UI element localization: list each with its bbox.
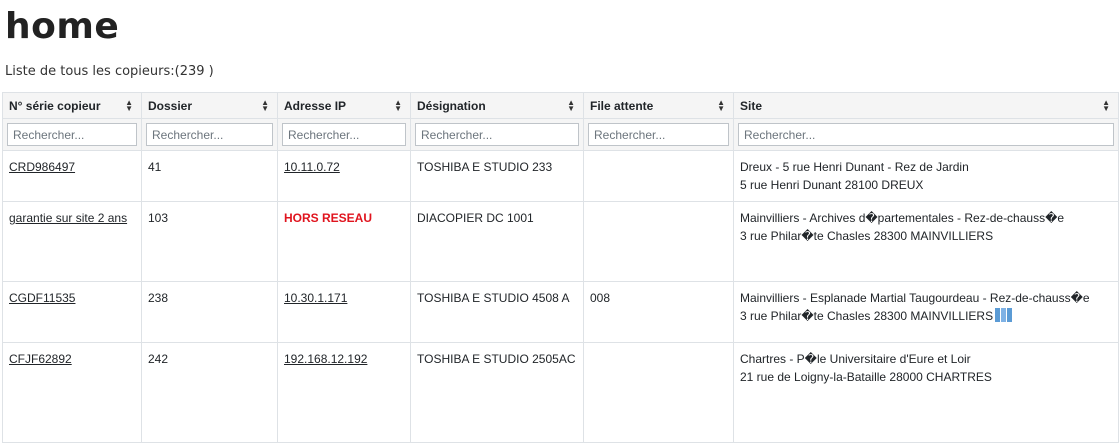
site-line1: Dreux - 5 rue Henri Dunant - Rez de Jard…: [740, 160, 969, 174]
table-row: CRD986497 41 10.11.0.72 TOSHIBA E STUDIO…: [2, 150, 1119, 202]
dossier-cell: 103: [141, 201, 278, 282]
ip-link[interactable]: 10.11.0.72: [284, 160, 340, 174]
dossier-cell: 238: [141, 281, 278, 343]
table-row: garantie sur site 2 ans 103 HORS RESEAU …: [2, 201, 1119, 282]
column-header-site[interactable]: Site ▲ ▼: [733, 92, 1119, 119]
designation-cell: DIACOPIER DC 1001: [410, 201, 584, 282]
filter-input-file-attente[interactable]: [588, 123, 729, 146]
ip-link[interactable]: 10.30.1.171: [284, 291, 347, 305]
filter-row: [2, 118, 1119, 151]
filter-input-ip[interactable]: [282, 123, 406, 146]
filter-input-site[interactable]: [738, 123, 1114, 146]
copier-count-subtitle: Liste de tous les copieurs:(239 ): [5, 64, 214, 79]
column-header-serie[interactable]: N° série copieur ▲ ▼: [2, 92, 142, 119]
column-header-ip[interactable]: Adresse IP ▲ ▼: [277, 92, 411, 119]
ip-link[interactable]: 192.168.12.192: [284, 352, 367, 366]
file-attente-cell: [583, 150, 734, 202]
sort-icon[interactable]: ▲ ▼: [394, 98, 402, 112]
column-header-designation[interactable]: Désignation ▲ ▼: [410, 92, 584, 119]
dossier-cell: 242: [141, 342, 278, 443]
designation-cell: TOSHIBA E STUDIO 4508 A: [410, 281, 584, 343]
table-row: CGDF11535 238 10.30.1.171 TOSHIBA E STUD…: [2, 281, 1119, 343]
filter-input-dossier[interactable]: [146, 123, 273, 146]
serie-link[interactable]: CRD986497: [9, 160, 75, 174]
column-header-dossier[interactable]: Dossier ▲ ▼: [141, 92, 278, 119]
designation-cell: TOSHIBA E STUDIO 233: [410, 150, 584, 202]
column-header-file-attente[interactable]: File attente ▲ ▼: [583, 92, 734, 119]
site-address: 21 rue de Loigny-la-Bataille 28000 CHART…: [740, 370, 992, 384]
file-attente-cell: [583, 342, 734, 443]
table-row: CFJF62892 242 192.168.12.192 TOSHIBA E S…: [2, 342, 1119, 443]
site-address: 5 rue Henri Dunant 28100 DREUX: [740, 178, 924, 192]
hors-reseau-label: HORS RESEAU: [284, 211, 373, 225]
header-row: N° série copieur ▲ ▼ Dossier ▲ ▼ Adresse IP ▲…: [2, 92, 1119, 119]
map-icon[interactable]: [995, 308, 1013, 327]
site-line1: Chartres - P�le Universitaire d'Eure et …: [740, 352, 971, 366]
file-attente-cell: 008: [583, 281, 734, 343]
site-address: 3 rue Philar�te Chasles 28300 MAINVILLIE…: [740, 229, 994, 243]
dossier-cell: 41: [141, 150, 278, 202]
site-line1: Mainvilliers - Archives d�partementales …: [740, 211, 1065, 225]
sort-icon[interactable]: ▲ ▼: [261, 98, 269, 112]
serie-link[interactable]: CGDF11535: [9, 291, 75, 305]
filter-input-designation[interactable]: [415, 123, 579, 146]
site-address: 3 rue Philar�te Chasles 28300 MAINVILLIE…: [740, 309, 994, 323]
page-title: home: [5, 6, 120, 47]
site-cell: Mainvilliers - Archives d�partementales …: [733, 201, 1119, 282]
filter-input-serie[interactable]: [7, 123, 137, 146]
sort-icon[interactable]: ▲ ▼: [1102, 98, 1110, 112]
site-cell: Dreux - 5 rue Henri Dunant - Rez de Jard…: [733, 150, 1119, 202]
copiers-table: N° série copieur ▲ ▼ Dossier ▲ ▼ Adresse IP ▲…: [2, 92, 1119, 443]
file-attente-cell: [583, 201, 734, 282]
designation-cell: TOSHIBA E STUDIO 2505AC: [410, 342, 584, 443]
serie-link[interactable]: CFJF62892: [9, 352, 72, 366]
serie-link[interactable]: garantie sur site 2 ans: [9, 211, 127, 225]
site-line1: Mainvilliers - Esplanade Martial Taugour…: [740, 291, 1090, 305]
sort-icon[interactable]: ▲ ▼: [717, 98, 725, 112]
site-cell: Chartres - P�le Universitaire d'Eure et …: [733, 342, 1119, 443]
site-cell: Mainvilliers - Esplanade Martial Taugour…: [733, 281, 1119, 343]
sort-icon[interactable]: ▲ ▼: [125, 98, 133, 112]
sort-icon[interactable]: ▲ ▼: [567, 98, 575, 112]
